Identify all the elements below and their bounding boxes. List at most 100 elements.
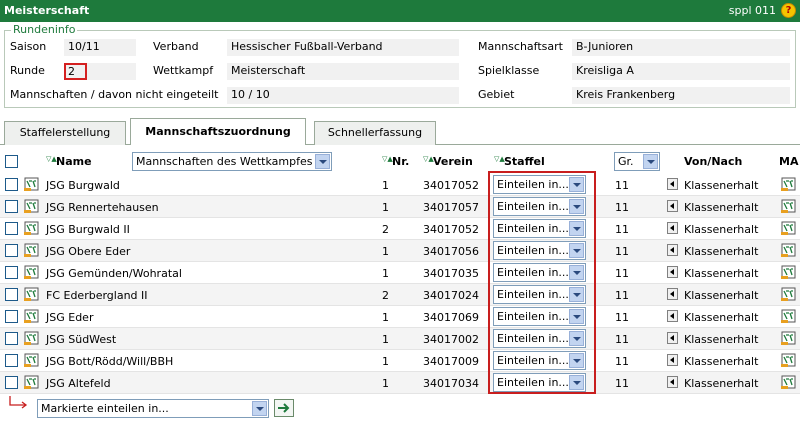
team-icon[interactable] bbox=[24, 265, 40, 280]
von-nach-status: Klassenerhalt bbox=[684, 245, 759, 258]
verein-id: 34017069 bbox=[423, 311, 479, 324]
table-row: JSG SüdWest 1 34017002 Einteilen in... 11 Kla… bbox=[0, 328, 800, 350]
staffel-column-header[interactable]: ▽▲Staffel bbox=[494, 155, 545, 168]
row-checkbox[interactable] bbox=[5, 266, 18, 279]
staffel-select-value: Einteilen in... bbox=[497, 332, 569, 345]
ma-icon[interactable] bbox=[781, 177, 797, 192]
row-checkbox[interactable] bbox=[5, 222, 18, 235]
help-icon[interactable]: ? bbox=[781, 3, 796, 18]
team-name: JSG Burgwald bbox=[46, 179, 120, 192]
ma-icon[interactable] bbox=[781, 287, 797, 302]
ma-icon[interactable] bbox=[781, 265, 797, 280]
staffel-select[interactable]: Einteilen in... bbox=[493, 175, 586, 194]
arrow-left-icon[interactable] bbox=[667, 266, 678, 278]
arrow-left-icon[interactable] bbox=[667, 288, 678, 300]
gr-select[interactable]: Gr. bbox=[614, 152, 660, 171]
table-row: JSG Burgwald II 2 34017052 Einteilen in... 1… bbox=[0, 218, 800, 240]
row-checkbox[interactable] bbox=[5, 200, 18, 213]
team-icon[interactable] bbox=[24, 199, 40, 214]
bulk-assign-value: Markierte einteilen in... bbox=[41, 402, 169, 415]
team-icon[interactable] bbox=[24, 375, 40, 390]
tab-schnellerfassung[interactable]: Schnellerfassung bbox=[314, 121, 436, 145]
arrow-left-icon[interactable] bbox=[667, 200, 678, 212]
verein-column-header[interactable]: ▽▲Verein bbox=[423, 155, 473, 168]
staffel-select[interactable]: Einteilen in... bbox=[493, 307, 586, 326]
team-name: JSG Eder bbox=[46, 311, 94, 324]
tab-staffelerstellung[interactable]: Staffelerstellung bbox=[4, 121, 126, 145]
arrow-left-icon[interactable] bbox=[667, 310, 678, 322]
team-icon[interactable] bbox=[24, 177, 40, 192]
bulk-assign-select[interactable]: Markierte einteilen in... bbox=[37, 399, 269, 418]
staffel-select[interactable]: Einteilen in... bbox=[493, 241, 586, 260]
arrow-left-icon[interactable] bbox=[667, 178, 678, 190]
team-nr: 2 bbox=[382, 289, 389, 302]
rundeninfo-panel: Rundeninfo Saison 10/11 Verband Hessisch… bbox=[4, 23, 796, 108]
verein-id: 34017057 bbox=[423, 201, 479, 214]
nr-column-header[interactable]: ▽▲Nr. bbox=[382, 155, 409, 168]
chevron-down-icon bbox=[569, 287, 584, 302]
ma-icon[interactable] bbox=[781, 331, 797, 346]
tab-mannschaftszuordnung[interactable]: Mannschaftszuordnung bbox=[130, 118, 306, 145]
staffel-select[interactable]: Einteilen in... bbox=[493, 329, 586, 348]
arrow-left-icon[interactable] bbox=[667, 244, 678, 256]
arrow-right-icon bbox=[278, 403, 290, 413]
ma-icon[interactable] bbox=[781, 309, 797, 324]
team-nr: 1 bbox=[382, 179, 389, 192]
team-icon[interactable] bbox=[24, 309, 40, 324]
ma-icon[interactable] bbox=[781, 243, 797, 258]
team-icon[interactable] bbox=[24, 331, 40, 346]
row-checkbox[interactable] bbox=[5, 178, 18, 191]
staffel-select[interactable]: Einteilen in... bbox=[493, 263, 586, 282]
staffel-select[interactable]: Einteilen in... bbox=[493, 373, 586, 392]
von-nach-status: Klassenerhalt bbox=[684, 355, 759, 368]
team-nr: 1 bbox=[382, 355, 389, 368]
team-filter-select[interactable]: Mannschaften des Wettkampfes bbox=[132, 152, 332, 171]
row-checkbox[interactable] bbox=[5, 244, 18, 257]
ma-icon[interactable] bbox=[781, 375, 797, 390]
row-checkbox[interactable] bbox=[5, 354, 18, 367]
table-header: ▽▲Name Mannschaften des Wettkampfes ▽▲Nr… bbox=[0, 150, 800, 174]
staffel-select-value: Einteilen in... bbox=[497, 244, 569, 257]
arrow-left-icon[interactable] bbox=[667, 222, 678, 234]
chevron-down-icon bbox=[569, 353, 584, 368]
gebiet-value: Kreis Frankenberg bbox=[576, 88, 676, 101]
team-name: JSG Bott/Rödd/Will/BBH bbox=[46, 355, 174, 368]
staffel-select[interactable]: Einteilen in... bbox=[493, 219, 586, 238]
arrow-left-icon[interactable] bbox=[667, 354, 678, 366]
ma-icon[interactable] bbox=[781, 353, 797, 368]
name-column-header[interactable]: ▽▲Name bbox=[46, 155, 92, 168]
verband-label: Verband bbox=[153, 40, 199, 53]
saison-label: Saison bbox=[10, 40, 47, 53]
row-checkbox[interactable] bbox=[5, 332, 18, 345]
chevron-down-icon bbox=[569, 331, 584, 346]
table-row: JSG Bott/Rödd/Will/BBH 1 34017009 Einteilen… bbox=[0, 350, 800, 372]
staffel-select[interactable]: Einteilen in... bbox=[493, 351, 586, 370]
arrow-left-icon[interactable] bbox=[667, 332, 678, 344]
row-checkbox[interactable] bbox=[5, 310, 18, 323]
ma-icon[interactable] bbox=[781, 199, 797, 214]
team-nr: 1 bbox=[382, 333, 389, 346]
team-icon[interactable] bbox=[24, 243, 40, 258]
row-checkbox[interactable] bbox=[5, 376, 18, 389]
ma-icon[interactable] bbox=[781, 221, 797, 236]
chevron-down-icon bbox=[569, 177, 584, 192]
team-name: JSG Altefeld bbox=[46, 377, 111, 390]
staffel-select[interactable]: Einteilen in... bbox=[493, 285, 586, 304]
staffel-select[interactable]: Einteilen in... bbox=[493, 197, 586, 216]
team-icon[interactable] bbox=[24, 353, 40, 368]
sort-icon: ▽▲ bbox=[494, 155, 505, 163]
von-nach-status: Klassenerhalt bbox=[684, 179, 759, 192]
select-all-checkbox[interactable] bbox=[5, 155, 18, 168]
team-icon[interactable] bbox=[24, 221, 40, 236]
group-size: 11 bbox=[615, 201, 629, 214]
arrow-left-icon[interactable] bbox=[667, 376, 678, 388]
table-row: JSG Eder 1 34017069 Einteilen in... 11 Klasse… bbox=[0, 306, 800, 328]
row-checkbox[interactable] bbox=[5, 288, 18, 301]
mannschaften-label: Mannschaften / davon nicht eingeteilt bbox=[10, 88, 219, 101]
chevron-down-icon bbox=[569, 309, 584, 324]
apply-button[interactable] bbox=[274, 399, 294, 417]
table-row: JSG Burgwald 1 34017052 Einteilen in... 11 Kl… bbox=[0, 174, 800, 196]
team-icon[interactable] bbox=[24, 287, 40, 302]
von-nach-status: Klassenerhalt bbox=[684, 201, 759, 214]
wettkampf-value: Meisterschaft bbox=[231, 64, 306, 77]
